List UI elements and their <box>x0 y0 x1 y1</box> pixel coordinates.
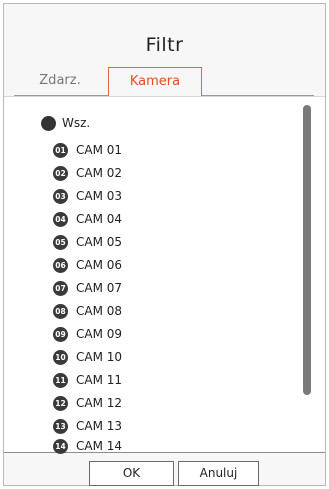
camera-number-icon: 12 <box>53 395 68 411</box>
camera-number-icon: 02 <box>53 165 68 181</box>
camera-label: CAM 01 <box>76 143 123 157</box>
list-item-cam[interactable]: 03 CAM 03 <box>53 185 122 207</box>
camera-number-icon: 05 <box>53 234 68 250</box>
list-item-cam[interactable]: 02 CAM 02 <box>53 162 122 184</box>
list-item-cam[interactable]: 10 CAM 10 <box>53 346 122 368</box>
camera-list: Wsz. 01 CAM 01 02 CAM 02 03 CAM 03 04 CA… <box>4 96 325 454</box>
camera-label: CAM 04 <box>76 212 123 226</box>
list-item-cam[interactable]: 06 CAM 06 <box>53 254 122 276</box>
camera-label: CAM 08 <box>76 304 123 318</box>
list-item-cam[interactable]: 01 CAM 01 <box>53 139 122 161</box>
list-item-cam[interactable]: 11 CAM 11 <box>53 369 122 391</box>
ok-button[interactable]: OK <box>89 461 174 486</box>
camera-label: CAM 10 <box>76 350 123 364</box>
camera-number-icon: 03 <box>53 188 68 204</box>
filter-dialog: Filtr Zdarz. Kamera Wsz. 01 CAM 01 02 CA… <box>3 3 326 486</box>
all-label: Wsz. <box>62 116 91 130</box>
camera-number-icon: 06 <box>53 257 68 273</box>
camera-number-icon: 08 <box>53 303 68 319</box>
list-scrollbar[interactable] <box>303 105 311 395</box>
camera-label: CAM 12 <box>76 396 123 410</box>
cancel-button[interactable]: Anuluj <box>178 461 259 486</box>
tab-events[interactable]: Zdarz. <box>14 67 106 96</box>
list-item-cam[interactable]: 08 CAM 08 <box>53 300 122 322</box>
camera-number-icon: 07 <box>53 280 68 296</box>
camera-number-icon: 04 <box>53 211 68 227</box>
tab-bar: Zdarz. Kamera <box>14 67 314 97</box>
camera-label: CAM 11 <box>76 373 123 387</box>
camera-label: CAM 03 <box>76 189 123 203</box>
camera-label: CAM 07 <box>76 281 123 295</box>
camera-label: CAM 14 <box>76 439 123 453</box>
list-item-cam[interactable]: 12 CAM 12 <box>53 392 122 414</box>
scrollbar-thumb[interactable] <box>303 105 311 395</box>
list-item-cam[interactable]: 05 CAM 05 <box>53 231 122 253</box>
all-dot-icon <box>41 115 56 131</box>
list-item-cam[interactable]: 04 CAM 04 <box>53 208 122 230</box>
list-item-cam[interactable]: 13 CAM 13 <box>53 415 122 437</box>
tab-camera[interactable]: Kamera <box>108 67 202 97</box>
camera-label: CAM 13 <box>76 419 123 433</box>
camera-label: CAM 02 <box>76 166 123 180</box>
camera-number-icon: 14 <box>53 438 68 454</box>
list-item-cam[interactable]: 09 CAM 09 <box>53 323 122 345</box>
camera-number-icon: 01 <box>53 142 68 158</box>
list-item-cam[interactable]: 07 CAM 07 <box>53 277 122 299</box>
camera-label: CAM 05 <box>76 235 123 249</box>
camera-label: CAM 06 <box>76 258 123 272</box>
camera-number-icon: 09 <box>53 326 68 342</box>
list-item-all[interactable]: Wsz. <box>41 112 90 134</box>
camera-number-icon: 13 <box>53 418 68 434</box>
camera-number-icon: 10 <box>53 349 68 365</box>
camera-number-icon: 11 <box>53 372 68 388</box>
list-item-cam[interactable]: 14 CAM 14 <box>53 435 122 457</box>
camera-label: CAM 09 <box>76 327 123 341</box>
dialog-title: Filtr <box>145 34 184 56</box>
